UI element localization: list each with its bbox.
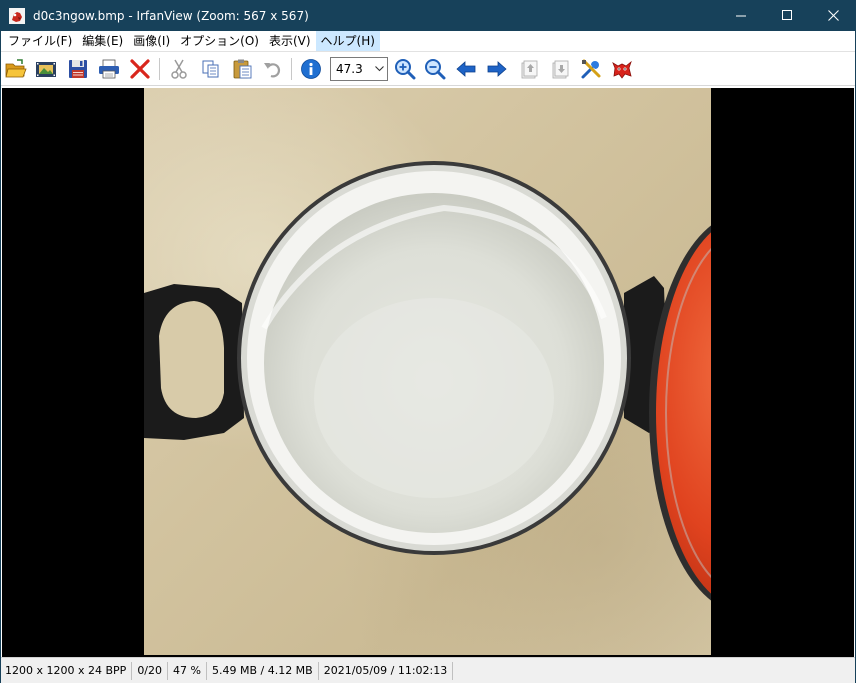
zoom-combobox[interactable]: 47.3: [330, 57, 388, 81]
zoom-out-button[interactable]: [422, 56, 448, 82]
menu-help[interactable]: ヘルプ(H): [315, 31, 380, 51]
close-button[interactable]: [810, 0, 856, 31]
arrow-right-icon: [487, 61, 507, 77]
save-floppy-icon: [69, 60, 87, 78]
page-up-icon: [521, 60, 538, 79]
paste-clipboard-icon: [233, 59, 252, 79]
next-page-button[interactable]: [547, 56, 573, 82]
image-viewport[interactable]: [2, 88, 854, 657]
status-file-index: 0/20: [132, 661, 169, 680]
page-down-icon: [552, 60, 569, 79]
previous-image-button[interactable]: [453, 56, 479, 82]
tools-icon: [581, 59, 601, 79]
displayed-image: [144, 88, 711, 655]
slideshow-button[interactable]: [33, 56, 59, 82]
irfanview-app-icon[interactable]: [9, 7, 25, 24]
print-button[interactable]: [96, 56, 122, 82]
printer-icon: [99, 59, 119, 79]
zoom-value: 47.3: [336, 62, 363, 76]
minimize-icon: [735, 15, 746, 17]
menu-view[interactable]: 表示(V): [264, 31, 316, 51]
status-dimensions: 1200 x 1200 x 24 BPP: [1, 661, 133, 680]
info-icon: [301, 59, 321, 79]
menu-edit[interactable]: 編集(E): [77, 31, 128, 51]
paste-button[interactable]: [229, 56, 255, 82]
minimize-button[interactable]: [718, 0, 764, 31]
status-bar: 1200 x 1200 x 24 BPP 0/20 47 % 5.49 MB /…: [1, 657, 855, 683]
menu-image[interactable]: 画像(I): [128, 31, 175, 51]
maximize-icon: [781, 10, 792, 20]
cut-button[interactable]: [166, 56, 192, 82]
toolbar-separator: [291, 58, 292, 80]
info-button[interactable]: [298, 56, 324, 82]
about-irfanview-button[interactable]: [609, 56, 635, 82]
copy-icon: [202, 60, 219, 78]
window-frame-left: [0, 31, 1, 683]
scissors-icon: [171, 59, 187, 79]
next-image-button[interactable]: [484, 56, 510, 82]
status-zoom: 47 %: [168, 661, 207, 680]
copy-button[interactable]: [198, 56, 224, 82]
first-page-button[interactable]: [516, 56, 542, 82]
open-button[interactable]: [3, 56, 29, 82]
pot-photo-drawing: [144, 161, 711, 601]
status-memory: 5.49 MB / 4.12 MB: [207, 661, 319, 680]
chevron-down-icon[interactable]: [371, 58, 387, 80]
toolbar-separator: [159, 58, 160, 80]
status-datetime: 2021/05/09 / 11:02:13: [319, 661, 454, 680]
menu-file[interactable]: ファイル(F): [3, 31, 77, 51]
properties-button[interactable]: [578, 56, 604, 82]
window-title: d0c3ngow.bmp - IrfanView (Zoom: 567 x 56…: [33, 8, 309, 23]
delete-x-icon: [130, 59, 150, 79]
maximize-button[interactable]: [764, 0, 810, 31]
zoom-in-button[interactable]: [392, 56, 418, 82]
zoom-in-icon: [395, 59, 416, 80]
close-icon: [827, 10, 839, 21]
menu-bar: ファイル(F) 編集(E) 画像(I) オプション(O) 表示(V) ヘルプ(H…: [1, 31, 855, 51]
undo-button[interactable]: [260, 56, 286, 82]
open-folder-icon: [5, 59, 27, 78]
title-bar[interactable]: d0c3ngow.bmp - IrfanView (Zoom: 567 x 56…: [0, 0, 856, 31]
delete-button[interactable]: [127, 56, 153, 82]
irfanview-cat-icon: [612, 60, 632, 79]
toolbar: 47.3: [1, 51, 855, 86]
zoom-out-icon: [425, 59, 446, 80]
save-button[interactable]: [65, 56, 91, 82]
arrow-left-icon: [456, 61, 476, 77]
filmstrip-icon: [36, 62, 56, 77]
undo-arrow-icon: [264, 63, 281, 78]
menu-options[interactable]: オプション(O): [175, 31, 264, 51]
